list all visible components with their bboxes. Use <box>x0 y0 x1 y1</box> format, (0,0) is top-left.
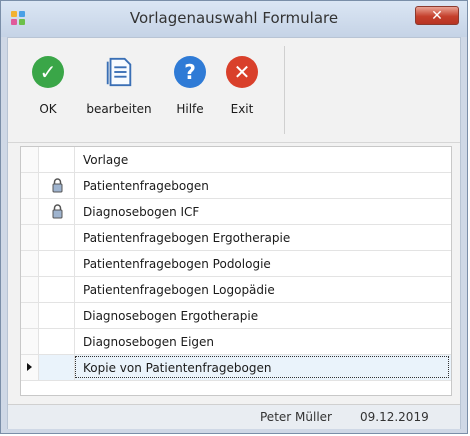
check-icon: ✓ <box>32 56 64 88</box>
row-name: Patientenfragebogen Podologie <box>83 257 271 271</box>
row-name: Kopie von Patientenfragebogen <box>83 361 272 375</box>
exit-label: Exit <box>230 102 254 116</box>
ok-label: OK <box>39 102 57 116</box>
exit-button[interactable]: ✕ Exit <box>220 48 264 128</box>
row-name: Patientenfragebogen Ergotherapie <box>83 231 291 245</box>
row-indicator-cell <box>21 277 39 302</box>
current-row-pointer-icon <box>27 363 32 371</box>
header-indicator-cell <box>21 147 39 172</box>
table-row[interactable]: Diagnosebogen Ergotherapie <box>21 303 451 329</box>
client-area: ✓ OK bearbeiten ? Hilfe ✕ Exit Vorlage P… <box>7 37 461 429</box>
row-lock-cell <box>39 329 75 354</box>
document-edit-icon <box>106 57 132 87</box>
row-indicator-cell <box>21 199 39 224</box>
dialog-window: Vorlagenauswahl Formulare ✕ ✓ OK bearbei… <box>0 0 468 434</box>
grid-header: Vorlage <box>21 147 451 173</box>
row-lock-cell <box>39 303 75 328</box>
table-row[interactable]: Diagnosebogen ICF <box>21 199 451 225</box>
table-row[interactable]: Patientenfragebogen Podologie <box>21 251 451 277</box>
status-date: 09.12.2019 <box>360 410 429 424</box>
title-bar[interactable]: Vorlagenauswahl Formulare ✕ <box>1 1 467 37</box>
row-indicator-cell <box>21 329 39 354</box>
bearbeiten-button[interactable]: bearbeiten <box>84 48 154 128</box>
row-lock-cell <box>39 225 75 250</box>
row-name: Diagnosebogen Ergotherapie <box>83 309 259 323</box>
row-name: Patientenfragebogen <box>83 179 209 193</box>
row-lock-cell <box>39 251 75 276</box>
hilfe-label: Hilfe <box>176 102 204 116</box>
lock-icon <box>52 204 63 219</box>
header-lock-cell <box>39 147 75 172</box>
toolbar: ✓ OK bearbeiten ? Hilfe ✕ Exit <box>8 38 460 143</box>
row-lock-cell <box>39 199 75 224</box>
hilfe-button[interactable]: ? Hilfe <box>168 48 212 128</box>
row-lock-cell <box>39 173 75 198</box>
table-row[interactable]: Patientenfragebogen <box>21 173 451 199</box>
close-button[interactable]: ✕ <box>415 6 459 25</box>
row-indicator-cell <box>21 303 39 328</box>
bearbeiten-label: bearbeiten <box>86 102 152 116</box>
help-icon: ? <box>174 56 206 88</box>
row-lock-cell <box>39 277 75 302</box>
row-indicator-cell <box>21 251 39 276</box>
template-grid[interactable]: Vorlage Patientenfragebogen Diagnoseboge… <box>20 146 452 396</box>
lock-icon <box>52 178 63 193</box>
table-row[interactable]: Patientenfragebogen Logopädie <box>21 277 451 303</box>
row-lock-cell <box>39 355 75 380</box>
row-name: Diagnosebogen Eigen <box>83 335 215 349</box>
row-indicator-cell <box>21 355 39 380</box>
exit-icon: ✕ <box>226 56 258 88</box>
row-indicator-cell <box>21 173 39 198</box>
table-row[interactable]: Patientenfragebogen Ergotherapie <box>21 225 451 251</box>
column-header-vorlage[interactable]: Vorlage <box>83 153 128 167</box>
row-indicator-cell <box>21 225 39 250</box>
toolbar-divider <box>284 46 285 134</box>
row-name: Patientenfragebogen Logopädie <box>83 283 275 297</box>
ok-button[interactable]: ✓ OK <box>26 48 70 128</box>
table-row[interactable]: Diagnosebogen Eigen <box>21 329 451 355</box>
status-user: Peter Müller <box>260 410 332 424</box>
row-name: Diagnosebogen ICF <box>83 205 200 219</box>
window-title: Vorlagenauswahl Formulare <box>129 9 339 27</box>
table-row-selected[interactable]: Kopie von Patientenfragebogen <box>21 355 451 381</box>
status-bar: Peter Müller 09.12.2019 <box>8 404 460 429</box>
